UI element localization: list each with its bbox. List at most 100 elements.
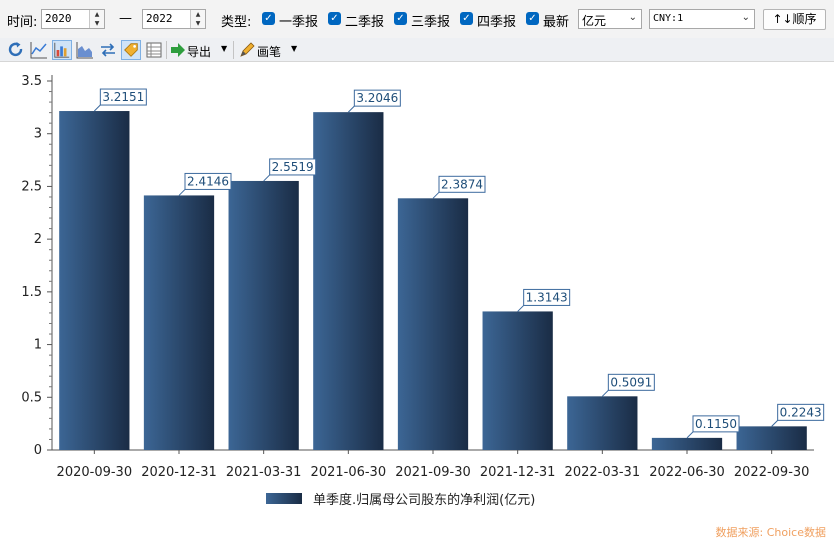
checkbox-q3[interactable]: ✓ 三季报 — [394, 11, 454, 30]
start-year-arrows[interactable]: ▲ ▼ — [89, 10, 104, 28]
data-label: 0.5091 — [610, 375, 652, 389]
start-year-spinner[interactable]: 2020 ▲ ▼ — [41, 9, 105, 29]
bar-series — [59, 111, 807, 451]
data-label-leader — [686, 431, 694, 439]
check-icon[interactable]: ✓ — [262, 12, 275, 25]
data-source-label: 数据来源: Choice数据 — [715, 526, 826, 539]
compare-arrows-icon[interactable] — [98, 40, 118, 60]
x-tick-label: 2020-09-30 — [57, 465, 133, 480]
bar[interactable] — [651, 437, 723, 450]
spin-down-icon[interactable]: ▼ — [90, 19, 104, 28]
y-tick-label: 1.5 — [21, 285, 42, 300]
check-icon[interactable]: ✓ — [394, 12, 407, 25]
bar[interactable] — [228, 180, 299, 450]
checkbox-q4-label: 四季报 — [477, 15, 517, 30]
toolbar-separator — [166, 41, 167, 59]
checkbox-q2[interactable]: ✓ 二季报 — [328, 11, 388, 30]
export-arrow-icon[interactable] — [168, 40, 188, 60]
start-year-value: 2020 — [45, 12, 72, 25]
bar[interactable] — [482, 311, 553, 450]
end-year-spinner[interactable]: 2022 ▲ ▼ — [142, 9, 206, 29]
x-tick-label: 2021-09-30 — [395, 465, 471, 480]
data-label-leader — [93, 104, 101, 112]
checkbox-q1-label: 一季报 — [279, 15, 319, 30]
bar[interactable] — [143, 195, 215, 450]
data-label-leader — [432, 191, 440, 199]
pen-icon[interactable] — [237, 40, 257, 60]
x-tick-label: 2021-06-30 — [311, 465, 387, 480]
currency-select-value: CNY:1 — [653, 13, 684, 24]
bar[interactable] — [567, 396, 638, 450]
chevron-down-icon[interactable]: ⌄ — [629, 12, 637, 23]
chart-toolbar: 导出 ▼ 画笔 ▼ — [0, 38, 834, 62]
area-chart-icon[interactable] — [75, 40, 95, 60]
data-label: 0.2243 — [780, 405, 822, 419]
chevron-down-icon[interactable]: ⌄ — [742, 12, 750, 23]
data-label-leader — [263, 174, 271, 182]
sort-order-button[interactable]: ↑↓顺序 — [763, 9, 826, 30]
data-label-leader — [517, 305, 525, 312]
time-label: 时间: — [7, 15, 38, 30]
bar[interactable] — [736, 426, 807, 450]
data-label: 1.3143 — [526, 290, 568, 304]
caret-down-icon[interactable]: ▼ — [291, 44, 297, 53]
bar[interactable] — [313, 112, 384, 450]
legend-label: 单季度.归属母公司股东的净利润(亿元) — [313, 492, 535, 508]
data-label: 2.5519 — [272, 160, 314, 174]
y-tick-label: 1 — [34, 338, 42, 353]
checkbox-latest-label: 最新 — [543, 15, 570, 30]
check-icon[interactable]: ✓ — [328, 12, 341, 25]
x-tick-label: 2021-03-31 — [226, 465, 302, 480]
spin-up-icon[interactable]: ▲ — [90, 10, 104, 19]
spin-up-icon[interactable]: ▲ — [191, 10, 205, 19]
end-year-value: 2022 — [146, 12, 173, 25]
y-tick-label: 2 — [34, 232, 42, 247]
unit-select[interactable]: 亿元 ⌄ — [578, 9, 642, 29]
x-axis: 2020-09-30 2020-12-31 2021-03-31 2021-06-30… — [52, 449, 814, 480]
y-tick-label: 0.5 — [21, 390, 42, 405]
checkbox-q1[interactable]: ✓ 一季报 — [262, 11, 322, 30]
bar[interactable] — [59, 111, 130, 451]
type-label: 类型: — [221, 15, 252, 30]
refresh-icon[interactable] — [6, 40, 26, 60]
toolbar-separator — [233, 41, 234, 59]
checkbox-latest[interactable]: ✓ 最新 — [526, 11, 572, 30]
bar[interactable] — [397, 198, 469, 450]
y-axis: 0 0.5 1 1.5 2 2.5 3 3.5 — [21, 74, 53, 458]
table-icon[interactable] — [144, 40, 164, 60]
x-tick-label: 2020-12-31 — [141, 465, 217, 480]
end-year-arrows[interactable]: ▲ ▼ — [190, 10, 205, 28]
pen-button[interactable]: 画笔 — [257, 43, 281, 60]
caret-down-icon[interactable]: ▼ — [221, 44, 227, 53]
x-tick-label: 2022-09-30 — [734, 465, 810, 480]
export-button[interactable]: 导出 — [187, 43, 211, 60]
filter-bar: 时间: 2020 ▲ ▼ — 2022 ▲ ▼ 类型: ✓ 一季报 ✓ 二季报 … — [0, 0, 834, 38]
bar-chart: 00.511.522.533.5 2020-09-30 2020-12-31 202… — [21, 74, 825, 508]
data-label-leader — [771, 419, 779, 427]
bar-chart-icon[interactable] — [52, 40, 72, 60]
y-tick-label: 2.5 — [21, 179, 42, 194]
y-tick-label: 3 — [34, 127, 42, 142]
checkbox-q2-label: 二季报 — [345, 15, 385, 30]
data-label-leader — [601, 389, 609, 397]
unit-select-value: 亿元 — [582, 14, 607, 28]
checkbox-q4[interactable]: ✓ 四季报 — [460, 11, 520, 30]
x-tick-label: 2021-12-31 — [480, 465, 556, 480]
data-label: 0.1150 — [695, 417, 737, 431]
legend-swatch — [266, 493, 302, 504]
check-icon[interactable]: ✓ — [460, 12, 473, 25]
data-label: 3.2151 — [102, 90, 144, 104]
data-label: 2.3874 — [441, 177, 483, 191]
line-chart-icon[interactable] — [29, 40, 49, 60]
y-tick-label: 3.5 — [21, 74, 42, 89]
x-tick-label: 2022-03-31 — [565, 465, 641, 480]
check-icon[interactable]: ✓ — [526, 12, 539, 25]
currency-select[interactable]: CNY:1 ⌄ — [649, 9, 755, 29]
x-tick-label: 2022-06-30 — [649, 465, 725, 480]
data-label-leader — [178, 189, 186, 196]
data-label: 3.2046 — [356, 91, 398, 105]
spin-down-icon[interactable]: ▼ — [191, 19, 205, 28]
tag-icon[interactable] — [121, 40, 141, 60]
legend: 单季度.归属母公司股东的净利润(亿元) — [266, 492, 535, 508]
data-label: 2.4146 — [187, 174, 229, 188]
